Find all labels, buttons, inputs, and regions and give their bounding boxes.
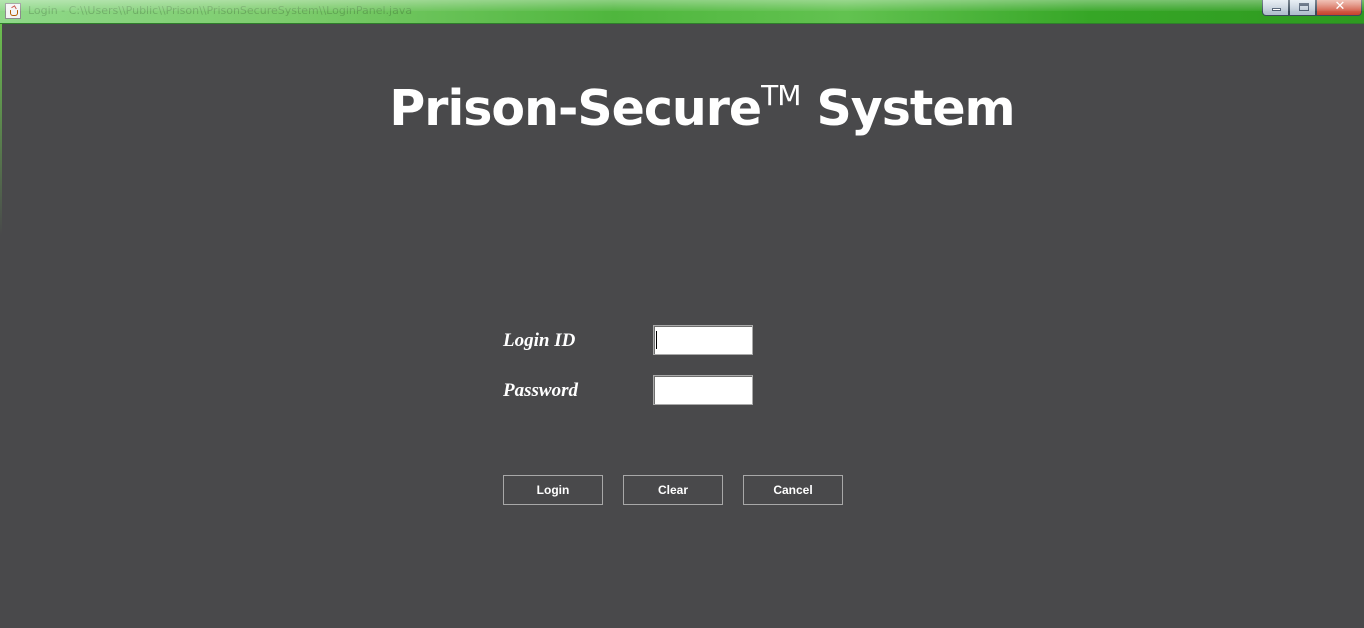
page-title: Prison-SecureTM System bbox=[0, 80, 1364, 137]
title-bar[interactable]: Login - C:\\Users\\Public\\Prison\\Priso… bbox=[0, 0, 1364, 24]
close-button[interactable]: ✕ bbox=[1316, 0, 1362, 16]
app-name-suffix: System bbox=[800, 80, 1015, 137]
login-window: Login - C:\\Users\\Public\\Prison\\Priso… bbox=[0, 0, 1364, 628]
login-id-label: Login ID bbox=[503, 330, 576, 351]
password-field[interactable] bbox=[653, 375, 753, 405]
app-name: Prison-Secure bbox=[389, 80, 762, 137]
cancel-button[interactable]: Cancel bbox=[743, 475, 843, 505]
text-caret bbox=[656, 331, 657, 349]
minimize-button[interactable] bbox=[1262, 0, 1289, 16]
login-button[interactable]: Login bbox=[503, 475, 603, 505]
maximize-icon bbox=[1299, 3, 1309, 11]
login-id-field[interactable] bbox=[653, 325, 753, 355]
password-label: Password bbox=[503, 380, 578, 401]
close-icon: ✕ bbox=[1334, 0, 1346, 14]
window-title: Login - C:\\Users\\Public\\Prison\\Priso… bbox=[28, 4, 413, 17]
trademark-mark: TM bbox=[761, 79, 801, 112]
maximize-button[interactable] bbox=[1289, 0, 1316, 16]
minimize-icon bbox=[1272, 8, 1281, 11]
clear-button[interactable]: Clear bbox=[623, 475, 723, 505]
java-cup-icon[interactable] bbox=[5, 3, 21, 19]
